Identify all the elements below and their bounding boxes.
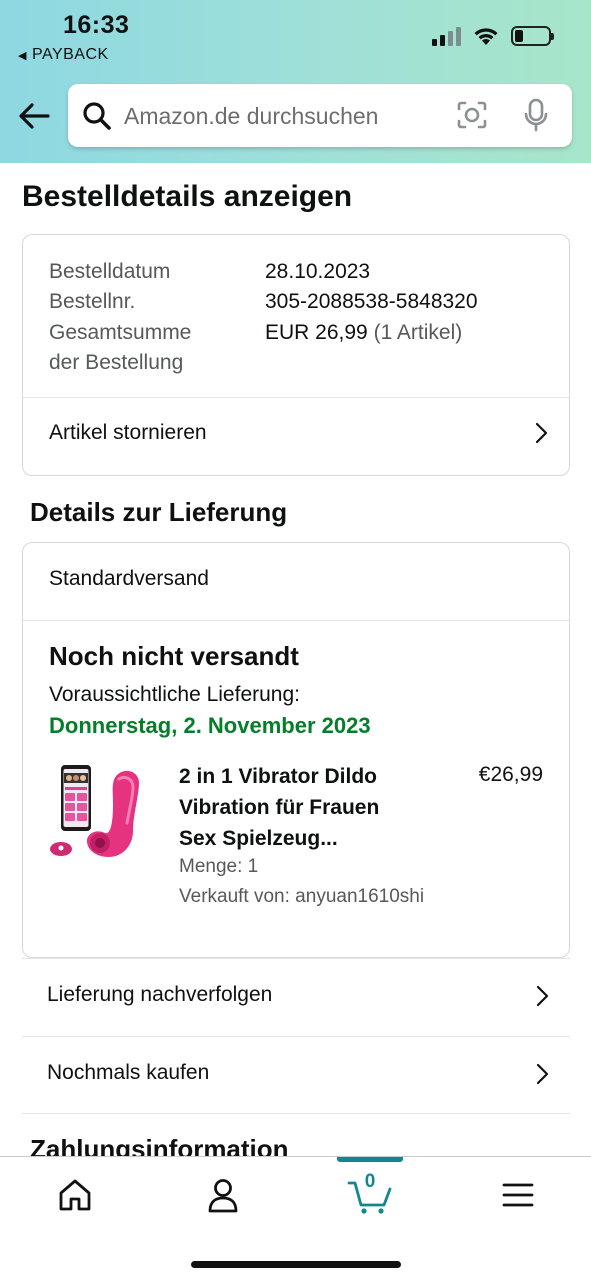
- search-bar[interactable]: [68, 84, 572, 147]
- product-image[interactable]: [47, 761, 151, 871]
- track-delivery-label: Lieferung nachverfolgen: [47, 983, 273, 1006]
- order-number-label: Bestellnr.: [49, 290, 136, 313]
- product-title-line: Vibration für Frauen: [179, 796, 380, 819]
- product-title-link[interactable]: 2 in 1 Vibrator Dildo Vibration für Frau…: [179, 761, 439, 854]
- app-header: 16:33 ◀ PAYBACK: [0, 0, 591, 163]
- home-indicator: [191, 1261, 401, 1268]
- divider: [23, 620, 569, 621]
- delivery-section-title: Details zur Lieferung: [30, 497, 288, 527]
- account-icon[interactable]: [203, 1175, 243, 1215]
- order-total-amount: EUR 26,99: [265, 321, 368, 344]
- product-title-line: 2 in 1 Vibrator Dildo: [179, 765, 377, 788]
- delivery-card: Standardversand Noch nicht versandt Vora…: [22, 542, 570, 958]
- divider: [23, 397, 569, 398]
- order-summary-card: Bestelldatum 28.10.2023 Bestellnr. 305-2…: [22, 234, 570, 476]
- page-title: Bestelldetails anzeigen: [22, 180, 353, 213]
- back-triangle-icon: ◀: [18, 50, 27, 62]
- order-total-label-line1: Gesamtsumme: [49, 321, 192, 344]
- back-to-app-link[interactable]: ◀ PAYBACK: [18, 46, 109, 64]
- track-delivery-row[interactable]: Lieferung nachverfolgen: [22, 958, 570, 1035]
- back-arrow-icon[interactable]: [16, 98, 52, 134]
- camera-search-icon[interactable]: [456, 100, 488, 130]
- estimated-delivery-label: Voraussichtliche Lieferung:: [49, 683, 300, 706]
- chevron-right-icon: [536, 1063, 549, 1085]
- buy-again-label: Nochmals kaufen: [47, 1061, 210, 1084]
- chevron-right-icon[interactable]: [533, 421, 549, 445]
- product-title-line: Sex Spielzeug...: [179, 827, 338, 850]
- order-total-label-line2: der Bestellung: [49, 351, 184, 374]
- shipping-method: Standardversand: [49, 567, 209, 590]
- battery-icon: [511, 26, 554, 46]
- cellular-signal-icon: [432, 26, 461, 46]
- home-icon[interactable]: [55, 1175, 95, 1215]
- cart-count-badge: 0: [364, 1171, 376, 1192]
- status-icons: [432, 26, 554, 46]
- bottom-navigation: 0: [0, 1156, 591, 1280]
- product-seller: Verkauft von: anyuan1610shi: [179, 886, 425, 907]
- back-app-label: PAYBACK: [31, 46, 109, 63]
- active-tab-indicator: [337, 1157, 403, 1162]
- order-date-value: 28.10.2023: [265, 260, 371, 283]
- wifi-icon: [474, 28, 498, 45]
- cart-tab[interactable]: 0: [346, 1171, 394, 1215]
- menu-icon[interactable]: [498, 1175, 538, 1215]
- microphone-icon[interactable]: [524, 98, 548, 132]
- status-time: 16:33: [63, 11, 130, 39]
- buy-again-row[interactable]: Nochmals kaufen: [22, 1036, 570, 1113]
- search-input[interactable]: [124, 96, 444, 136]
- product-quantity: Menge: 1: [179, 856, 259, 877]
- chevron-right-icon: [536, 985, 549, 1007]
- cancel-items-link[interactable]: Artikel stornieren: [49, 421, 207, 445]
- divider: [22, 1113, 570, 1114]
- order-total-value: EUR 26,99 (1 Artikel): [265, 318, 462, 349]
- search-icon: [83, 102, 111, 130]
- order-date-label: Bestelldatum: [49, 260, 171, 283]
- shipment-status: Noch nicht versandt: [49, 641, 299, 671]
- product-price: €26,99: [478, 763, 543, 786]
- order-total-items: (1 Artikel): [373, 321, 463, 344]
- estimated-delivery-date: Donnerstag, 2. November 2023: [49, 713, 371, 738]
- order-number-value: 305-2088538-5848320: [265, 290, 478, 313]
